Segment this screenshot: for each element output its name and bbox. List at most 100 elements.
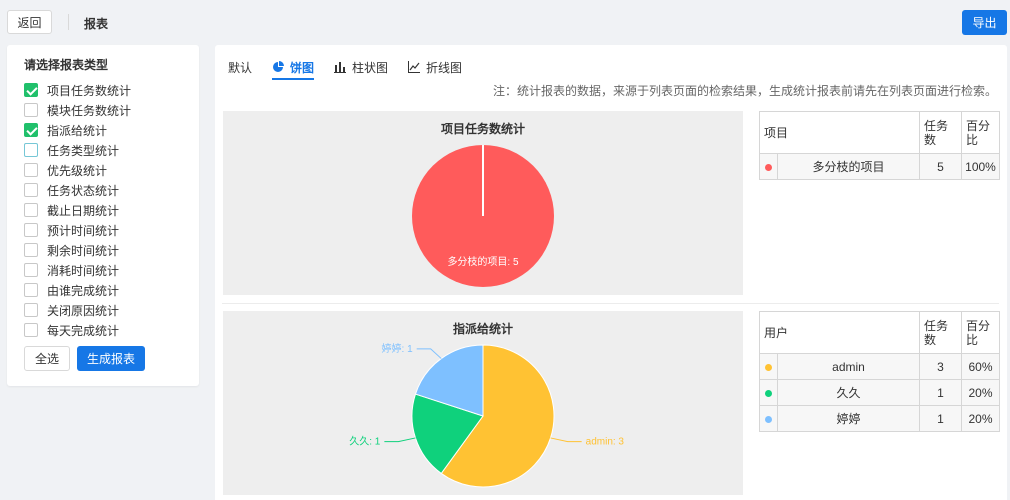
report-type-option[interactable]: 模块任务数统计 xyxy=(24,100,131,120)
report-type-label: 项目任务数统计 xyxy=(47,83,132,98)
report-type-option[interactable]: 消耗时间统计 xyxy=(24,260,131,280)
report-type-option[interactable]: 每天完成统计 xyxy=(24,320,131,340)
report-type-label: 每天完成统计 xyxy=(47,323,120,338)
report-type-label: 截止日期统计 xyxy=(47,203,120,218)
tab-label: 柱状图 xyxy=(352,60,389,75)
legend-dot-cell xyxy=(759,405,778,432)
report-type-title: 请选择报表类型 xyxy=(24,58,109,72)
report-type-label: 优先级统计 xyxy=(47,163,108,178)
report-type-label: 指派给统计 xyxy=(47,123,108,138)
pie-slice-label: 久久: 1 xyxy=(349,436,381,448)
table-cell-name: 婷婷 xyxy=(777,405,920,432)
table-header-cell: 项目 xyxy=(759,111,920,154)
report-type-label: 剩余时间统计 xyxy=(47,243,120,258)
report-type-label: 任务类型统计 xyxy=(47,143,120,158)
table-cell-name: 多分枝的项目 xyxy=(777,153,920,180)
divider xyxy=(68,14,69,30)
checkbox[interactable] xyxy=(24,303,38,317)
checkbox[interactable] xyxy=(24,263,38,277)
pie-slice-label: 婷婷: 1 xyxy=(382,342,414,355)
chart-title: 项目任务数统计 xyxy=(441,121,525,136)
select-all-button[interactable]: 全选 xyxy=(24,346,70,371)
report-type-option[interactable]: 剩余时间统计 xyxy=(24,240,131,260)
report-type-label: 由谁完成统计 xyxy=(47,283,120,298)
tab-bar[interactable]: 柱状图 xyxy=(334,57,388,77)
table-cell-percent: 20% xyxy=(961,405,1000,432)
table-cell-count: 5 xyxy=(919,153,962,180)
legend-dot xyxy=(765,363,772,371)
checkbox[interactable] xyxy=(24,323,38,337)
generate-report-button[interactable]: 生成报表 xyxy=(77,346,145,371)
chart-type-tabs: 默认 饼图 柱状图 折线图 xyxy=(228,57,482,80)
checkbox[interactable] xyxy=(24,223,38,237)
checkbox[interactable] xyxy=(24,183,38,197)
report-type-label: 关闭原因统计 xyxy=(47,303,120,318)
table-row: 多分枝的项目 5 100% xyxy=(759,153,1000,180)
chart-container-project-tasks: 项目任务数统计 多分枝的项目: 5 xyxy=(223,111,743,295)
legend-dot xyxy=(765,163,772,171)
label-leader-line xyxy=(384,437,416,443)
checkbox[interactable] xyxy=(24,143,38,157)
report-type-option[interactable]: 任务类型统计 xyxy=(24,140,131,160)
page-title: 报表 xyxy=(84,17,109,31)
report-main-panel: 默认 饼图 柱状图 折线图 注：统计报表的数据，来源于列表页面的检索结果，生成统计报表… xyxy=(215,45,1007,500)
table-cell-percent: 20% xyxy=(961,379,1000,406)
section-divider xyxy=(222,303,999,304)
table-header-row: 项目 任务数 百分比 xyxy=(759,111,1000,154)
report-type-option[interactable]: 关闭原因统计 xyxy=(24,300,131,320)
legend-dot xyxy=(765,415,772,423)
legend-dot-cell xyxy=(759,353,778,380)
report-type-option[interactable]: 截止日期统计 xyxy=(24,200,131,220)
report-type-label: 模块任务数统计 xyxy=(47,103,132,118)
checkbox-checked[interactable] xyxy=(24,123,38,137)
report-type-option[interactable]: 由谁完成统计 xyxy=(24,280,131,300)
checkbox[interactable] xyxy=(24,163,38,177)
table-project-tasks: 项目 任务数 百分比 多分枝的项目 5 100% xyxy=(759,111,1000,180)
table-assignee: 用户 任务数 百分比 admin 3 60% 久久 1 20% 婷婷 1 20% xyxy=(759,311,1000,432)
checkbox[interactable] xyxy=(24,203,38,217)
tab-default[interactable]: 默认 xyxy=(228,57,252,77)
label-leader-line xyxy=(550,437,582,443)
chart-title: 指派给统计 xyxy=(453,321,513,336)
table-cell-count: 1 xyxy=(919,405,962,432)
checkbox[interactable] xyxy=(24,283,38,297)
report-type-panel: 请选择报表类型 项目任务数统计 模块任务数统计 指派给统计任务类型统计 优先级统计任务… xyxy=(7,45,199,386)
chart-container-assignee: 指派给统计 admin: 3 久久: 1 婷婷: 1 xyxy=(223,311,743,495)
table-cell-count: 3 xyxy=(919,353,962,380)
label-leader-line xyxy=(416,348,442,359)
report-type-option[interactable]: 任务状态统计 xyxy=(24,180,131,200)
tab-line[interactable]: 折线图 xyxy=(408,57,462,77)
legend-dot xyxy=(765,389,772,397)
report-type-label: 消耗时间统计 xyxy=(47,263,120,278)
legend-dot-cell xyxy=(759,153,778,180)
table-header-cell: 百分比 xyxy=(961,111,1000,154)
export-button[interactable]: 导出 xyxy=(962,10,1007,35)
table-cell-name: admin xyxy=(777,353,920,380)
pie-chart-project-tasks: 项目任务数统计多分枝的项目: 5 xyxy=(412,121,554,287)
table-header-cell: 用户 xyxy=(759,311,920,354)
pie-chart-assignee: 指派给统计 admin: 3 久久: 1 婷婷: 1 xyxy=(349,321,625,488)
legend-dot-cell xyxy=(759,379,778,406)
checkbox-checked[interactable] xyxy=(24,83,38,97)
report-type-label: 任务状态统计 xyxy=(47,183,120,198)
tab-pie[interactable]: 饼图 xyxy=(272,57,315,80)
table-cell-percent: 60% xyxy=(961,353,1000,380)
report-type-option[interactable]: 预计时间统计 xyxy=(24,220,131,240)
tab-label: 饼图 xyxy=(290,60,315,75)
report-type-option[interactable]: 项目任务数统计 xyxy=(24,80,131,100)
table-header-row: 用户 任务数 百分比 xyxy=(759,311,1000,354)
tab-label: 折线图 xyxy=(426,60,463,75)
data-source-note: 注：统计报表的数据，来源于列表页面的检索结果，生成统计报表前请先在列表页面进行检… xyxy=(492,84,997,98)
checkbox[interactable] xyxy=(24,103,38,117)
pie-slice-label: admin: 3 xyxy=(586,437,625,448)
checkbox[interactable] xyxy=(24,243,38,257)
pie-slice-label: 多分枝的项目: 5 xyxy=(447,255,519,268)
table-cell-percent: 100% xyxy=(961,153,1000,180)
table-row: 婷婷 1 20% xyxy=(759,405,1000,432)
back-button[interactable]: 返回 xyxy=(7,10,52,34)
report-type-option[interactable]: 指派给统计 xyxy=(24,120,131,140)
tab-label: 默认 xyxy=(228,60,253,75)
report-type-option[interactable]: 优先级统计 xyxy=(24,160,131,180)
report-type-label: 预计时间统计 xyxy=(47,223,120,238)
table-cell-count: 1 xyxy=(919,379,962,406)
